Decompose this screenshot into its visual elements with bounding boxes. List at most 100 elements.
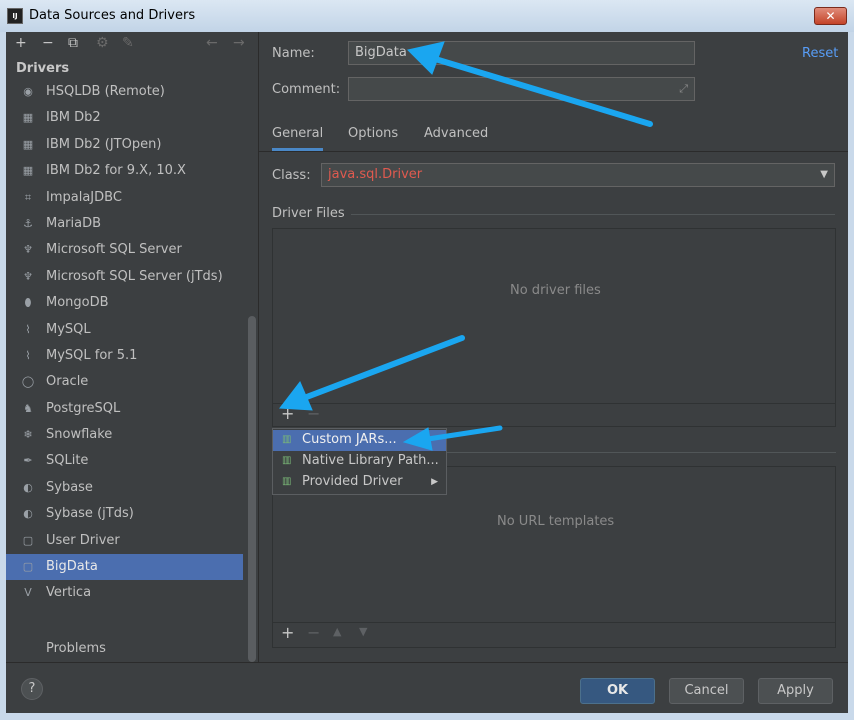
driver-item-label: IBM Db2 xyxy=(46,110,101,126)
driver-item-label: MongoDB xyxy=(46,295,109,311)
tab-options[interactable]: Options xyxy=(348,126,398,141)
remove-url-template-button[interactable]: − xyxy=(307,623,320,642)
ok-button[interactable]: OK xyxy=(580,678,655,704)
driver-item-label: IBM Db2 (JTOpen) xyxy=(46,136,162,152)
driver-item[interactable]: ▢ User Driver xyxy=(6,528,258,554)
driver-item[interactable]: ◐ Sybase xyxy=(6,475,258,501)
class-label: Class: xyxy=(272,168,311,183)
driver-icon: ▢ xyxy=(22,533,34,547)
driver-files-empty: No driver files xyxy=(510,283,601,298)
driver-item-label: PostgreSQL xyxy=(46,400,121,416)
driver-item[interactable]: ♆ Microsoft SQL Server xyxy=(6,237,258,263)
driver-item[interactable]: ⌇ MySQL xyxy=(6,317,258,343)
name-field[interactable]: BigData xyxy=(348,41,695,65)
driver-icon: V xyxy=(24,586,32,600)
class-value: java.sql.Driver xyxy=(328,167,423,182)
drivers-scrollbar[interactable] xyxy=(248,316,256,662)
driver-item[interactable]: ◉ HSQLDB (Remote) xyxy=(6,79,258,105)
tab-bar: General Options Advanced xyxy=(259,122,848,152)
edit-icon[interactable]: ✎ xyxy=(122,35,134,51)
driver-item[interactable]: ⌗ ImpalaJDBC xyxy=(6,185,258,211)
menu-item-provided-driver[interactable]: ▥ Provided Driver ▶ xyxy=(273,472,446,493)
driver-item-label: Vertica xyxy=(46,585,92,601)
driver-item-label: Sybase xyxy=(46,479,93,495)
driver-item[interactable]: ▢ BigData xyxy=(6,554,243,581)
forward-arrow-icon[interactable]: → xyxy=(233,35,245,51)
move-down-icon[interactable]: ▼ xyxy=(359,625,367,638)
driver-item[interactable]: ⌇ MySQL for 5.1 xyxy=(6,343,258,369)
driver-files-title: Driver Files xyxy=(272,206,345,221)
reset-link[interactable]: Reset xyxy=(802,46,838,61)
driver-icon: ▥ xyxy=(282,476,292,487)
menu-item-custom-jars[interactable]: ▥ Custom JARs... xyxy=(273,430,446,451)
name-label: Name: xyxy=(272,46,315,61)
driver-item-label: MySQL xyxy=(46,321,91,337)
driver-icon: ◉ xyxy=(23,85,33,98)
driver-item-label: IBM Db2 for 9.X, 10.X xyxy=(46,163,186,179)
driver-item-label: Oracle xyxy=(46,374,89,390)
driver-icon: ♆ xyxy=(23,269,33,283)
driver-item[interactable]: ♆ Microsoft SQL Server (jTds) xyxy=(6,264,258,290)
menu-item-label: Provided Driver xyxy=(302,474,403,489)
driver-item[interactable]: ▦ IBM Db2 xyxy=(6,105,258,131)
comment-field[interactable]: ⤢ xyxy=(348,77,695,101)
close-button[interactable]: ✕ xyxy=(814,7,847,25)
driver-item[interactable]: ⚓ MariaDB xyxy=(6,211,258,237)
driver-icon: ⌇ xyxy=(25,348,31,362)
driver-item-label: BigData xyxy=(46,559,98,575)
driver-icon: ⬮ xyxy=(24,296,32,310)
driver-item[interactable]: ▦ IBM Db2 (JTOpen) xyxy=(6,132,258,158)
driver-settings-panel: Name: BigData Reset Comment: ⤢ General O… xyxy=(259,32,848,662)
driver-icon: ▦ xyxy=(22,137,34,151)
back-arrow-icon[interactable]: ← xyxy=(206,35,218,51)
driver-icon: ✒ xyxy=(23,454,33,468)
driver-item[interactable]: ❄ Snowflake xyxy=(6,422,258,448)
class-select[interactable]: java.sql.Driver ▼ xyxy=(321,163,835,187)
add-icon[interactable]: + xyxy=(15,35,27,51)
comment-label: Comment: xyxy=(272,82,341,97)
tab-general[interactable]: General xyxy=(272,126,324,151)
remove-icon[interactable]: − xyxy=(42,35,54,51)
dialog-body: + − ⧉ ⚙ ✎ ← → Drivers ◉ HSQLDB (Remote) ▦ I… xyxy=(6,32,848,713)
driver-item[interactable]: ⬮ MongoDB xyxy=(6,290,258,316)
driver-icon: ⌗ xyxy=(24,190,32,204)
driver-files-divider xyxy=(351,214,835,215)
jar-icon: ▥ xyxy=(282,434,292,445)
add-driver-file-button[interactable]: + xyxy=(281,404,294,423)
problems-link[interactable]: Problems xyxy=(46,641,106,656)
driver-icon: ◐ xyxy=(23,480,33,494)
help-button[interactable]: ? xyxy=(21,678,43,700)
driver-item[interactable]: ✒ SQLite xyxy=(6,448,258,474)
chevron-down-icon: ▼ xyxy=(820,169,828,180)
driver-item-label: Microsoft SQL Server xyxy=(46,242,182,258)
add-url-template-button[interactable]: + xyxy=(281,623,294,642)
driver-item[interactable]: ♞ PostgreSQL xyxy=(6,396,258,422)
driver-item[interactable]: ▦ IBM Db2 for 9.X, 10.X xyxy=(6,158,258,184)
title-bar: IJ Data Sources and Drivers ✕ xyxy=(0,0,854,32)
menu-item-label: Custom JARs... xyxy=(302,432,397,447)
driver-files-list[interactable]: No driver files + − xyxy=(272,228,836,427)
menu-item-label: Native Library Path... xyxy=(302,453,439,468)
apply-button[interactable]: Apply xyxy=(758,678,833,704)
move-up-icon[interactable]: ▲ xyxy=(333,625,341,638)
driver-icon: ▦ xyxy=(22,164,34,178)
remove-driver-file-button[interactable]: − xyxy=(307,404,320,423)
expand-icon[interactable]: ⤢ xyxy=(679,78,688,100)
drivers-section-title: Drivers xyxy=(16,61,70,76)
url-templates-toolbar-divider xyxy=(273,622,835,623)
driver-icon: ❄ xyxy=(23,428,33,442)
driver-item-label: HSQLDB (Remote) xyxy=(46,84,165,99)
driver-item[interactable]: ◐ Sybase (jTds) xyxy=(6,501,258,527)
drivers-list: ◉ HSQLDB (Remote) ▦ IBM Db2 ▦ IBM Db2 (JTOpen… xyxy=(6,79,258,607)
driver-item[interactable]: V Vertica xyxy=(6,580,258,606)
driver-icon: ⚓ xyxy=(23,216,33,230)
menu-item-native-library-path[interactable]: ▥ Native Library Path... xyxy=(273,451,446,472)
driver-item-label: SQLite xyxy=(46,453,89,469)
driver-icon: ▦ xyxy=(22,111,34,125)
tab-advanced[interactable]: Advanced xyxy=(424,126,488,141)
driver-item-label: MariaDB xyxy=(46,215,102,231)
settings-icon[interactable]: ⚙ xyxy=(96,35,109,51)
copy-icon[interactable]: ⧉ xyxy=(68,35,78,51)
cancel-button[interactable]: Cancel xyxy=(669,678,744,704)
driver-item[interactable]: ◯ Oracle xyxy=(6,369,258,395)
